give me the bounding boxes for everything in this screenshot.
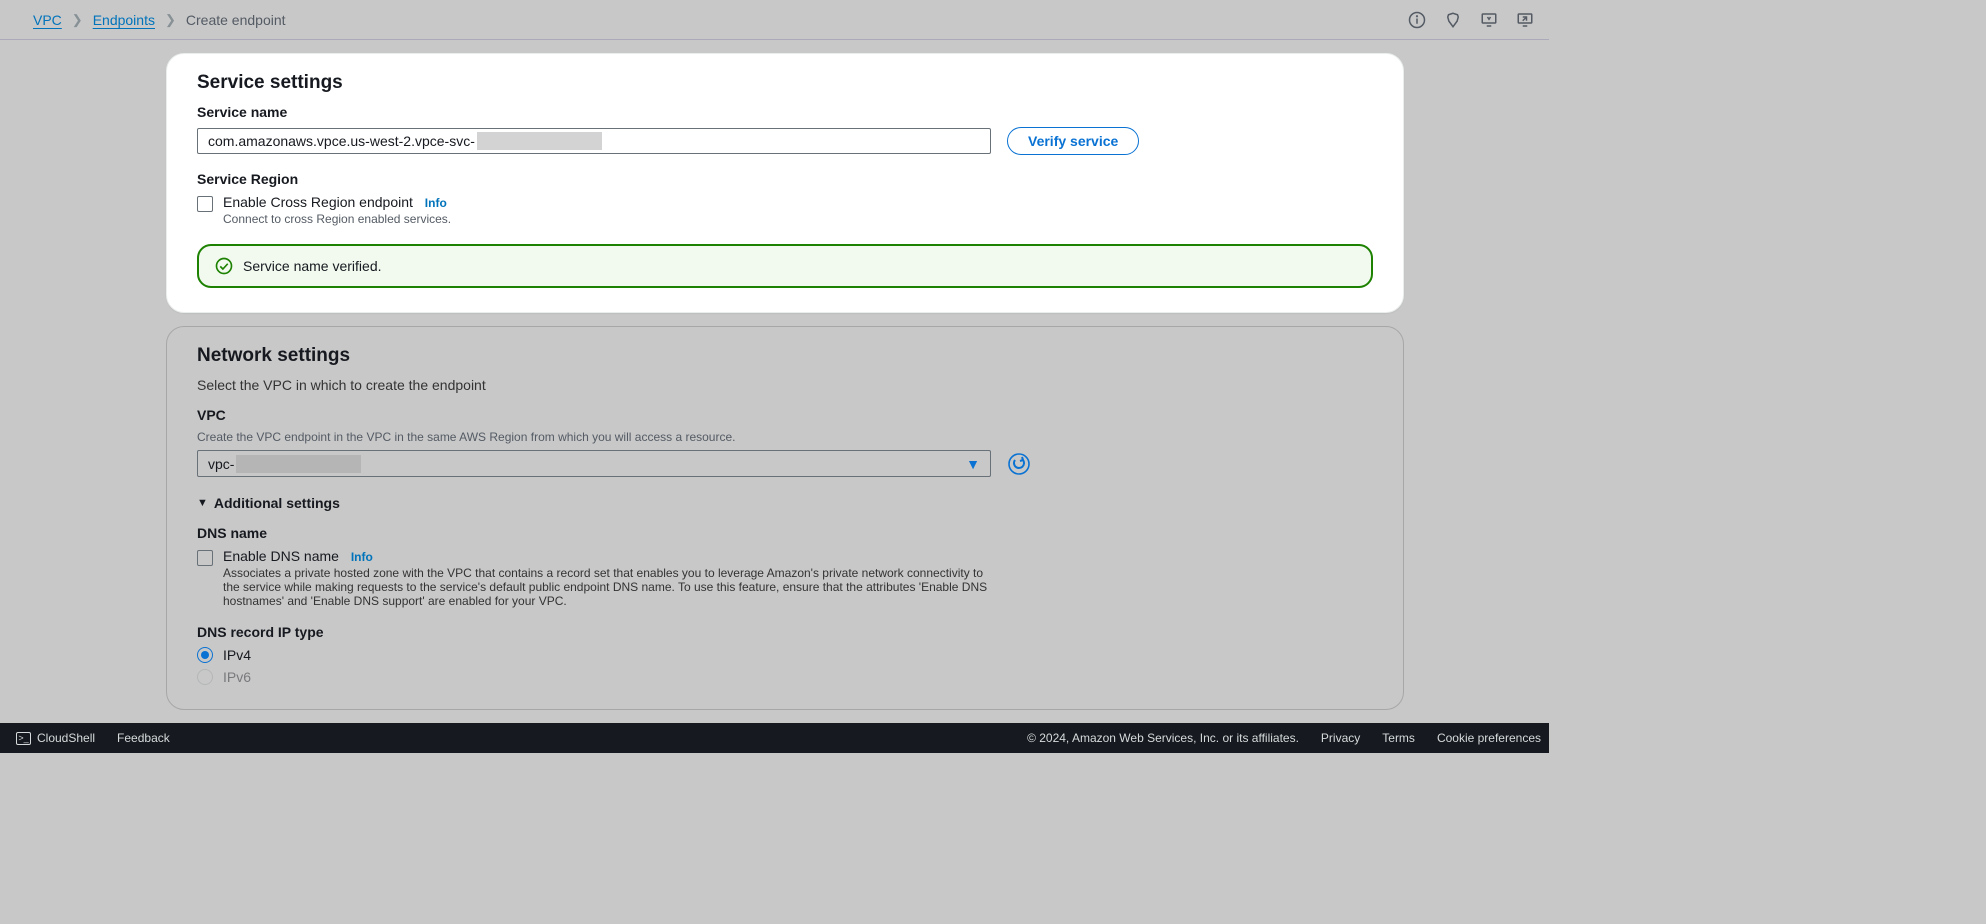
cookie-prefs-link[interactable]: Cookie preferences [1437, 731, 1541, 745]
info-link[interactable]: Info [425, 196, 447, 210]
verify-success-text: Service name verified. [243, 258, 382, 274]
vpc-help: Create the VPC endpoint in the VPC in th… [197, 430, 1373, 444]
verify-service-button[interactable]: Verify service [1007, 127, 1139, 155]
terminal-icon: >_ [16, 732, 31, 745]
enable-dns-help: Associates a private hosted zone with th… [223, 566, 993, 608]
chevron-right-icon: ❯ [165, 12, 176, 28]
cross-region-checkbox[interactable] [197, 196, 213, 212]
redacted-block [236, 455, 361, 473]
network-settings-subhead: Select the VPC in which to create the en… [197, 377, 1373, 393]
service-name-value: com.amazonaws.vpce.us-west-2.vpce-svc- [208, 133, 475, 149]
info-icon[interactable] [1408, 11, 1426, 29]
terms-link[interactable]: Terms [1382, 731, 1415, 745]
additional-settings-toggle[interactable]: ▼ Additional settings [197, 495, 1373, 511]
privacy-link[interactable]: Privacy [1321, 731, 1360, 745]
cross-region-help: Connect to cross Region enabled services… [223, 212, 451, 226]
cross-region-label: Enable Cross Region endpoint [223, 194, 413, 210]
additional-settings-label: Additional settings [214, 495, 340, 511]
triangle-down-icon: ▼ [197, 497, 208, 509]
feedback-link[interactable]: Feedback [117, 731, 170, 745]
footer-bar: >_ CloudShell Feedback © 2024, Amazon We… [0, 723, 1549, 753]
caret-down-icon: ▼ [966, 456, 980, 472]
cloudshell-button[interactable]: >_ CloudShell [16, 731, 95, 745]
ipv6-label: IPv6 [223, 669, 251, 685]
service-name-label: Service name [197, 104, 1373, 120]
chevron-right-icon: ❯ [72, 12, 83, 28]
dns-record-type-label: DNS record IP type [197, 624, 1373, 640]
screen-down-icon[interactable] [1480, 11, 1498, 29]
dns-name-label: DNS name [197, 525, 1373, 541]
ipv6-radio[interactable] [197, 669, 213, 685]
breadcrumb-vpc[interactable]: VPC [33, 12, 62, 28]
breadcrumb-endpoints[interactable]: Endpoints [93, 12, 155, 28]
redacted-block [477, 132, 602, 150]
service-settings-heading: Service settings [197, 72, 1373, 94]
vpc-label: VPC [197, 407, 1373, 423]
ipv4-label: IPv4 [223, 647, 251, 663]
network-settings-heading: Network settings [197, 345, 1373, 367]
info-link[interactable]: Info [351, 550, 373, 564]
refresh-button[interactable] [1007, 452, 1031, 476]
verify-success-alert: Service name verified. [197, 244, 1373, 288]
breadcrumb-current: Create endpoint [186, 12, 286, 28]
enable-dns-checkbox[interactable] [197, 550, 213, 566]
service-region-label: Service Region [197, 171, 1373, 187]
ipv4-radio[interactable] [197, 647, 213, 663]
success-check-icon [215, 257, 233, 275]
copyright-text: © 2024, Amazon Web Services, Inc. or its… [1027, 731, 1299, 745]
breadcrumb-bar: VPC ❯ Endpoints ❯ Create endpoint [0, 0, 1549, 40]
screen-diag-icon[interactable] [1516, 11, 1534, 29]
shield-icon[interactable] [1444, 11, 1462, 29]
service-name-input[interactable]: com.amazonaws.vpce.us-west-2.vpce-svc- [197, 128, 991, 154]
enable-dns-label: Enable DNS name [223, 548, 339, 564]
network-settings-panel: Network settings Select the VPC in which… [166, 326, 1404, 710]
breadcrumbs: VPC ❯ Endpoints ❯ Create endpoint [33, 12, 286, 28]
header-actions [1408, 11, 1534, 29]
vpc-value: vpc- [208, 456, 234, 472]
service-settings-panel: Service settings Service name com.amazon… [166, 53, 1404, 313]
vpc-select[interactable]: vpc- ▼ [197, 450, 991, 477]
